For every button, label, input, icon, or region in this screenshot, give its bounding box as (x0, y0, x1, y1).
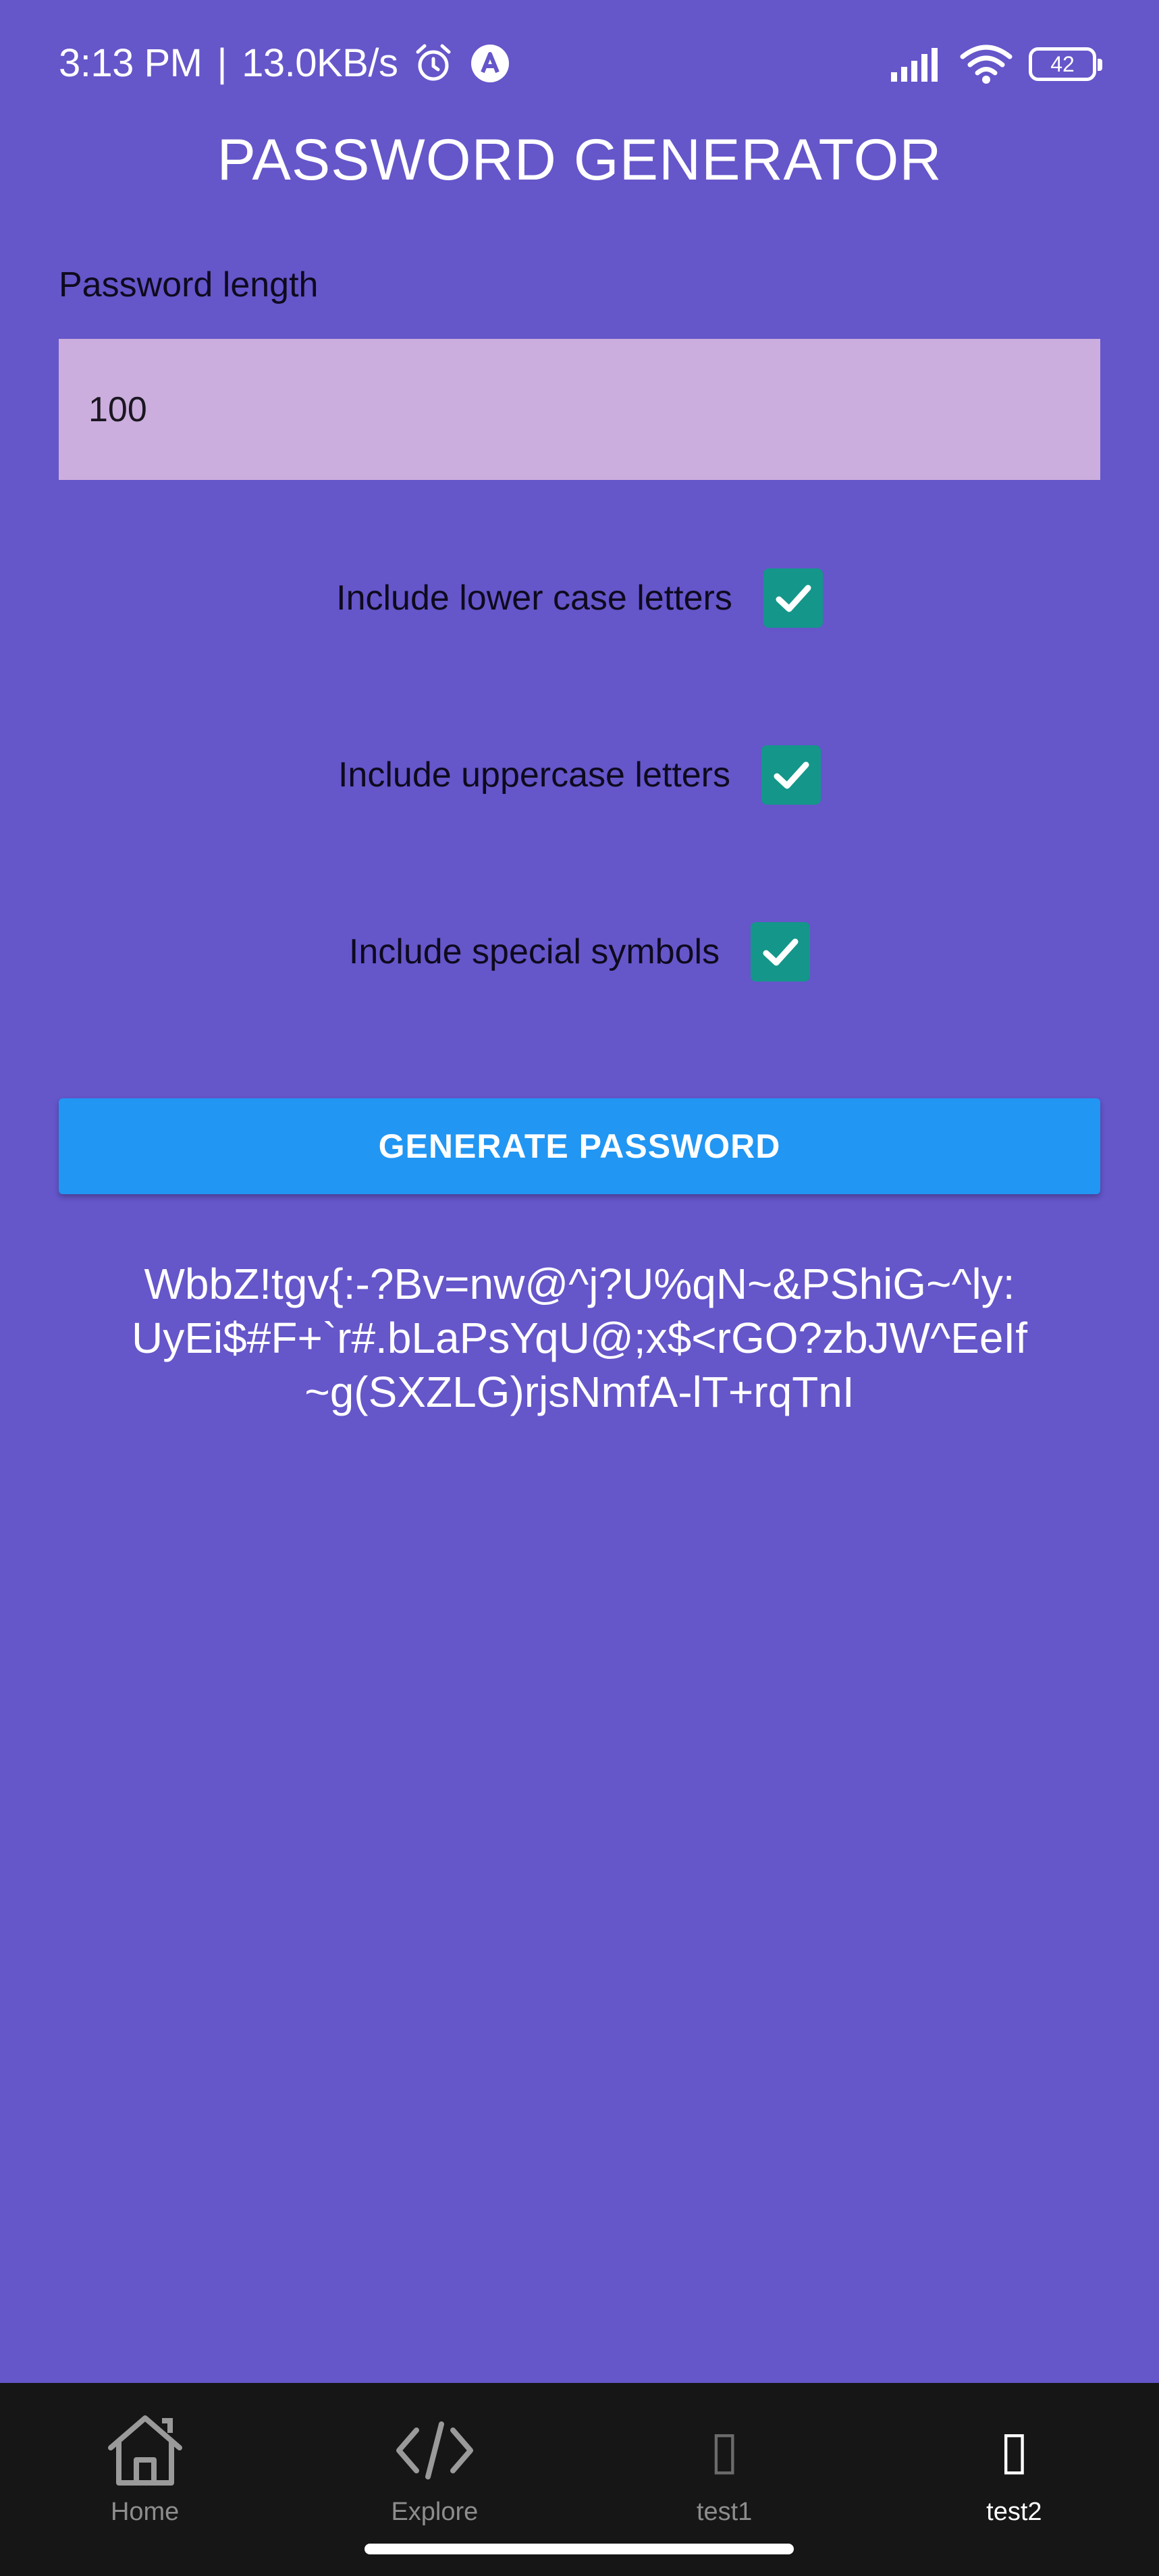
page-title: PASSWORD GENERATOR (217, 128, 942, 192)
wifi-icon (960, 45, 1013, 84)
app-notification-icon (469, 43, 511, 84)
status-bar: 3:13 PM | 13.0KB/s 42 (0, 0, 1159, 135)
nav-label-home: Home (110, 2498, 180, 2526)
missing-glyph-icon: ▯ (709, 2420, 739, 2481)
nav-item-home[interactable]: Home (0, 2383, 290, 2531)
symbols-checkbox[interactable] (751, 922, 811, 982)
option-uppercase-label: Include uppercase letters (338, 755, 730, 795)
signal-icon (890, 47, 944, 82)
nav-label-test2: test2 (986, 2498, 1042, 2526)
nav-item-test2[interactable]: ▯ test2 (869, 2383, 1159, 2531)
generated-password-line: ~g(SXZLG)rjsNmfA-lT+rqTnI (304, 1368, 855, 1416)
status-net-speed: 13.0KB/s (242, 41, 398, 85)
status-right: 42 (890, 45, 1102, 84)
option-lowercase-label: Include lower case letters (336, 579, 732, 618)
lowercase-checkbox[interactable] (763, 568, 823, 628)
nav-item-explore[interactable]: Explore (290, 2383, 579, 2531)
option-symbols-label: Include special symbols (348, 932, 720, 971)
generate-password-button[interactable]: GENERATE PASSWORD (59, 1098, 1100, 1194)
option-lowercase[interactable]: Include lower case letters (0, 567, 1159, 629)
nav-label-test1: test1 (696, 2498, 753, 2526)
home-icon (105, 2410, 185, 2491)
status-left: 3:13 PM | 13.0KB/s (59, 41, 511, 86)
missing-glyph-icon: ▯ (999, 2420, 1029, 2481)
nav-item-test1[interactable]: ▯ test1 (580, 2383, 869, 2531)
generated-password: WbbZ!tgv{:-?Bv=nw@^j?U%qN~&PShiG~^ly: Uy… (95, 1257, 1064, 1419)
alarm-icon (412, 43, 454, 84)
status-time: 3:13 PM (59, 41, 203, 85)
check-icon (763, 938, 799, 966)
home-indicator[interactable] (365, 2544, 794, 2554)
battery-level: 42 (1050, 51, 1075, 76)
battery-icon: 42 (1029, 47, 1102, 81)
option-uppercase[interactable]: Include uppercase letters (0, 744, 1159, 806)
password-length-label: Password length (59, 265, 319, 304)
generated-password-line: UyEi$#F+`r#.bLaPsYqU@;x$<rGO?zbJW^EeIf (132, 1314, 1027, 1362)
check-icon (776, 585, 811, 612)
status-separator: | (217, 41, 227, 85)
nav-label-explore: Explore (391, 2498, 479, 2526)
generated-password-line: WbbZ!tgv{:-?Bv=nw@^j?U%qN~&PShiG~^ly: (144, 1260, 1015, 1308)
password-length-input[interactable] (59, 339, 1100, 480)
check-icon (774, 761, 809, 789)
option-symbols[interactable]: Include special symbols (0, 921, 1159, 983)
code-icon (395, 2410, 475, 2491)
uppercase-checkbox[interactable] (761, 745, 821, 805)
